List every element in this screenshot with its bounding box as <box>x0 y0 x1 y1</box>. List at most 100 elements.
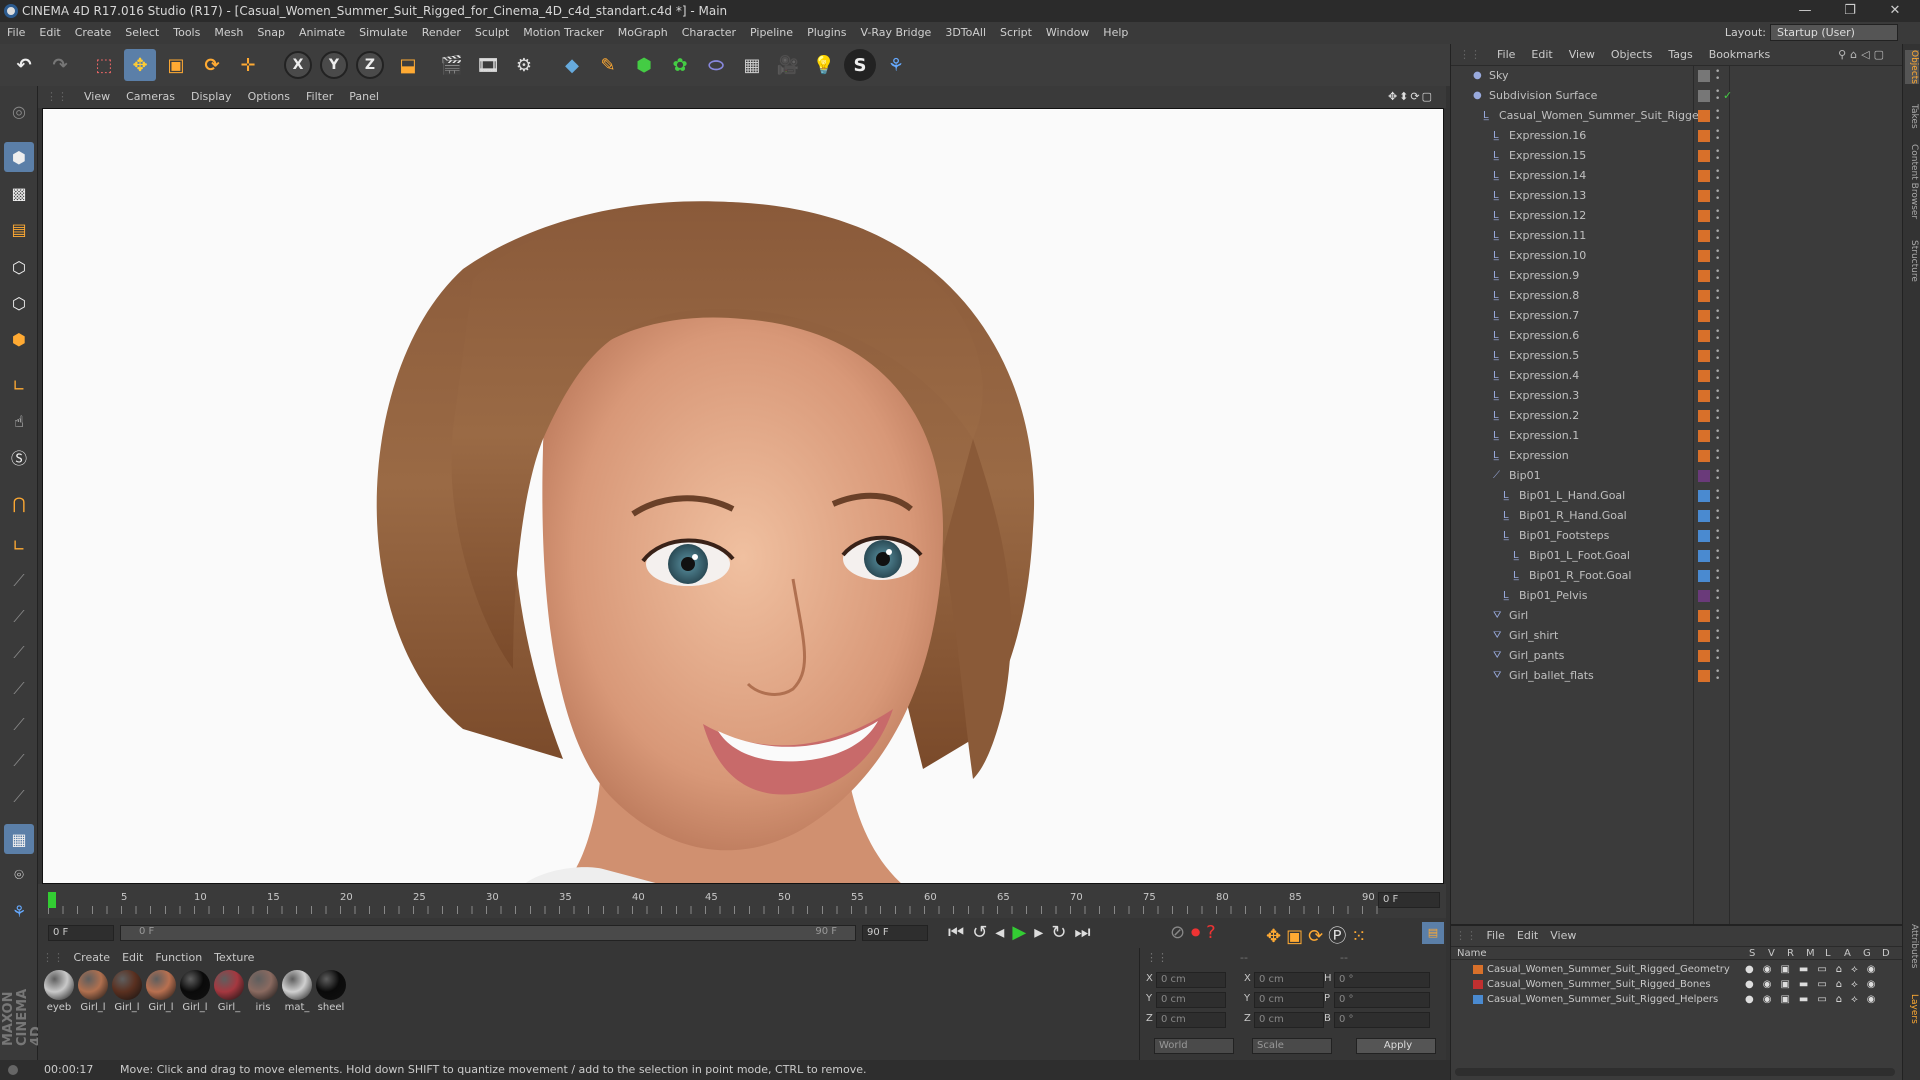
workplane-icon[interactable]: ∟ <box>4 530 34 560</box>
visibility-dots-icon[interactable]: • • <box>1715 548 1720 564</box>
subdivision-nurbs-icon[interactable]: ⬢ <box>628 49 660 81</box>
visibility-dots-icon[interactable]: • • <box>1715 628 1720 644</box>
mat-menu-function[interactable]: Function <box>149 951 208 964</box>
obj-search-icon[interactable]: ⚲⌂◁▢ <box>1830 44 1896 66</box>
visibility-dots-icon[interactable]: • • <box>1715 428 1720 444</box>
layer-color-swatch[interactable] <box>1698 550 1710 562</box>
layer-toggle-icons[interactable]: ●◉▣▬▭⌂⟡◉ <box>1745 962 1884 977</box>
close-button[interactable]: ✕ <box>1875 0 1915 22</box>
layer-color-swatch[interactable] <box>1698 490 1710 502</box>
menu-character[interactable]: Character <box>675 22 743 44</box>
object-row[interactable]: L̲ Expression.3 • • <box>1451 386 1903 406</box>
layer-color-swatch[interactable] <box>1698 510 1710 522</box>
tab-structure[interactable]: Structure <box>1905 240 1919 282</box>
object-row[interactable]: L̲ Casual_Women_Summer_Suit_Rigged • • <box>1451 106 1903 126</box>
object-row[interactable]: L̲ Expression.14 • • <box>1451 166 1903 186</box>
visibility-dots-icon[interactable]: • • <box>1715 468 1720 484</box>
paint-tool-icon[interactable]: ⟋ <box>4 674 34 704</box>
material-ball[interactable] <box>248 970 278 1000</box>
visibility-dots-icon[interactable]: • • <box>1715 588 1720 604</box>
python-script-icon[interactable]: ⚘ <box>4 896 34 926</box>
points-mode-icon[interactable]: ⬡ <box>4 252 34 282</box>
render-view-icon[interactable]: 🎬 <box>436 49 468 81</box>
key-param-icon[interactable]: Ⓟ <box>1328 926 1351 947</box>
layer-color-swatch[interactable] <box>1698 470 1710 482</box>
layer-color-swatch[interactable] <box>1698 410 1710 422</box>
layer-row[interactable]: Casual_Women_Summer_Suit_Rigged_Bones ●◉▣… <box>1451 977 1903 992</box>
camera-icon[interactable]: 🎥 <box>772 49 804 81</box>
make-editable-icon[interactable]: ◎ <box>4 96 34 126</box>
coord-value-field[interactable]: 0 ° <box>1334 1012 1430 1028</box>
previous-frame-icon[interactable]: ◂ <box>995 922 1012 943</box>
layer-color-swatch[interactable] <box>1698 310 1710 322</box>
layer-color-swatch[interactable] <box>1698 230 1710 242</box>
object-row[interactable]: ⛛ Girl_ballet_flats • • <box>1451 666 1903 686</box>
layer-color-swatch[interactable] <box>1698 110 1710 122</box>
layer-color-swatch[interactable] <box>1698 170 1710 182</box>
coord-scale-dropdown[interactable]: Scale <box>1252 1038 1332 1054</box>
layer-color-swatch[interactable] <box>1698 130 1710 142</box>
deformer-icon[interactable]: ⬭ <box>700 49 732 81</box>
layer-row[interactable]: Casual_Women_Summer_Suit_Rigged_Geometry… <box>1451 962 1903 977</box>
menu-create[interactable]: Create <box>68 22 119 44</box>
object-row[interactable]: L̲ Bip01_L_Foot.Goal • • <box>1451 546 1903 566</box>
object-row[interactable]: L̲ Bip01_R_Foot.Goal • • <box>1451 566 1903 586</box>
redo-icon[interactable]: ↷ <box>44 49 76 81</box>
layer-col-header[interactable]: G <box>1863 947 1871 961</box>
layer-color-swatch[interactable] <box>1473 995 1483 1004</box>
layer-col-header[interactable]: S <box>1749 947 1755 961</box>
material-ball[interactable] <box>316 970 346 1000</box>
menu-render[interactable]: Render <box>415 22 468 44</box>
coord-value-field[interactable]: 0 cm <box>1156 972 1226 988</box>
sculpt-brush-icon[interactable]: ⟋ <box>4 710 34 740</box>
layer-color-swatch[interactable] <box>1698 390 1710 402</box>
menu-motion-tracker[interactable]: Motion Tracker <box>516 22 610 44</box>
visibility-dots-icon[interactable]: • • <box>1715 648 1720 664</box>
layer-color-swatch[interactable] <box>1698 330 1710 342</box>
tab-content-browser[interactable]: Content Browser <box>1905 144 1919 219</box>
visibility-dots-icon[interactable]: • • <box>1715 528 1720 544</box>
visibility-dots-icon[interactable]: • • <box>1715 488 1720 504</box>
visibility-dots-icon[interactable]: • • <box>1715 188 1720 204</box>
coord-value-field[interactable]: 0 cm <box>1254 972 1324 988</box>
tab-attributes[interactable]: Attributes <box>1905 924 1919 968</box>
layer-toggle-icons[interactable]: ●◉▣▬▭⌂⟡◉ <box>1745 977 1884 992</box>
object-row[interactable]: ⛛ Girl_pants • • <box>1451 646 1903 666</box>
next-key-icon[interactable]: ↻ <box>1051 922 1074 943</box>
spline-pen-icon[interactable]: ✎ <box>592 49 624 81</box>
viewport-nav-icons[interactable]: ✥⬍⟳▢ <box>1380 86 1442 108</box>
layer-color-swatch[interactable] <box>1698 370 1710 382</box>
visibility-dots-icon[interactable]: • • <box>1715 128 1720 144</box>
vp-menu-view[interactable]: View <box>76 86 118 108</box>
undo-icon[interactable]: ↶ <box>8 49 40 81</box>
frame-range-slider[interactable]: 0 F 90 F <box>120 925 856 941</box>
obj-menu-view[interactable]: View <box>1561 44 1603 66</box>
vp-menu-options[interactable]: Options <box>240 86 298 108</box>
model-mode-icon[interactable]: ⬢ <box>4 142 34 172</box>
visibility-dots-icon[interactable]: • • <box>1715 388 1720 404</box>
visibility-dots-icon[interactable]: • • <box>1715 308 1720 324</box>
object-row[interactable]: L̲ Bip01_L_Hand.Goal • • <box>1451 486 1903 506</box>
object-row[interactable]: ● Sky • • <box>1451 66 1903 86</box>
object-row[interactable]: L̲ Expression.6 • • <box>1451 326 1903 346</box>
layer-color-swatch[interactable] <box>1698 70 1710 82</box>
object-row[interactable]: L̲ Bip01_Pelvis • • <box>1451 586 1903 606</box>
rotate-tool-icon[interactable]: ⟳ <box>196 49 228 81</box>
layer-col-header[interactable]: R <box>1787 947 1794 961</box>
object-row[interactable]: L̲ Bip01_R_Hand.Goal • • <box>1451 506 1903 526</box>
visibility-dots-icon[interactable]: • • <box>1715 348 1720 364</box>
menu-sculpt[interactable]: Sculpt <box>468 22 516 44</box>
menu-mograph[interactable]: MoGraph <box>611 22 675 44</box>
coord-system-dropdown[interactable]: World <box>1154 1038 1234 1054</box>
snapping-icon[interactable]: Ⓢ <box>4 442 34 472</box>
visibility-dots-icon[interactable]: • • <box>1715 248 1720 264</box>
key-scale-icon[interactable]: ▣ <box>1286 926 1308 947</box>
object-row[interactable]: ● Subdivision Surface • • ✓ <box>1451 86 1903 106</box>
obj-menu-file[interactable]: File <box>1489 44 1523 66</box>
y-axis-lock-button[interactable]: Y <box>320 51 348 79</box>
material-ball[interactable] <box>146 970 176 1000</box>
layer-color-swatch[interactable] <box>1698 630 1710 642</box>
smooth-brush-icon[interactable]: ⟋ <box>4 746 34 776</box>
vray-bridge-icon[interactable]: S <box>844 49 876 81</box>
mat-menu-create[interactable]: Create <box>68 951 117 964</box>
